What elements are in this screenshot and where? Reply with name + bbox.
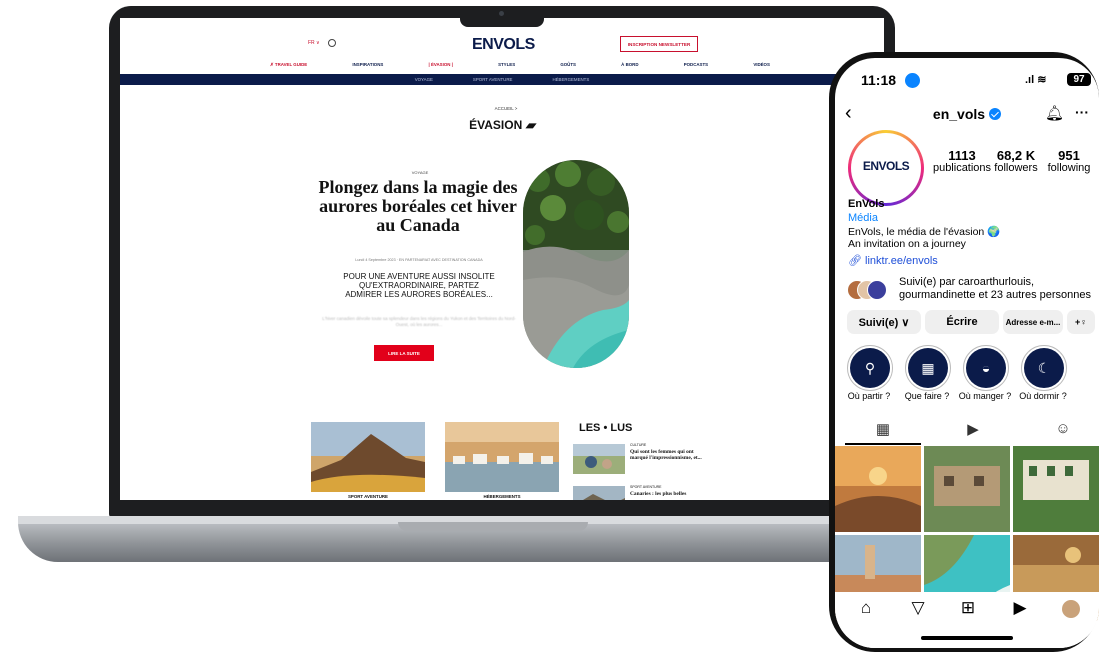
read-more-button[interactable]: LIRE LA SUITE	[374, 345, 434, 361]
followed-by-text[interactable]: Suivi(e) par caroarthurlouis, gourmandin…	[899, 276, 1093, 302]
highlight-ou-manger[interactable]: ◒	[963, 345, 1009, 391]
camera-notch	[460, 6, 544, 27]
bio-line-1: EnVols, le média de l'évasion 🌍	[848, 226, 1001, 238]
create-post-icon[interactable]: ⊞	[953, 598, 983, 618]
post-thumb-3[interactable]	[1013, 446, 1099, 532]
article-headline[interactable]: Plongez dans la magie des aurores boréal…	[318, 178, 518, 235]
most-read-title: LES • LUS	[579, 422, 633, 434]
message-button[interactable]: Écrire	[925, 310, 999, 334]
link-icon: 🔗︎	[848, 255, 862, 267]
profile-name: EnVols	[848, 198, 885, 210]
bed-icon: ☾	[1037, 359, 1051, 376]
section-title: ÉVASION ▰	[469, 118, 535, 132]
highlight-ou-dormir[interactable]: ☾	[1021, 345, 1067, 391]
article-meta: Lundi 4 Septembre 2023 · EN PARTENARIAT …	[355, 258, 483, 262]
hero-aerial-photo[interactable]	[523, 160, 629, 368]
highlight-ou-partir[interactable]: ⚲	[847, 345, 893, 391]
activity-icon: ▦	[921, 359, 935, 376]
most-read-category-2: SPORT AVENTURE	[630, 485, 662, 489]
subnav-hebergements[interactable]: HÉBERGEMENTS	[552, 77, 589, 82]
bio-line-2: An invitation on a journey	[848, 238, 966, 250]
camera-icon	[499, 11, 504, 16]
card-caption-sport: SPORT AVENTURE	[347, 494, 388, 499]
following-button[interactable]: Suivi(e) ∨	[847, 310, 921, 334]
verified-icon	[989, 108, 1002, 120]
search-icon[interactable]	[328, 39, 336, 47]
article-excerpt: L'hiver canadien dévoile toute sa splend…	[322, 316, 516, 327]
dish-icon: ◒	[981, 360, 991, 376]
signal-wifi-icon: .ıl ≋	[1025, 74, 1047, 86]
avatar-logo: ENVOLS	[862, 159, 910, 173]
article-card-hebergements[interactable]	[445, 422, 559, 492]
nav-travel-guide[interactable]: ✗ TRAVEL GUIDE	[270, 62, 307, 72]
profile-avatar-icon[interactable]	[1062, 600, 1080, 618]
laptop-screen: FR ∨ ENVOLS INSCRIPTION NEWSLETTER ✗ TRA…	[120, 18, 884, 500]
reels-tab-icon[interactable]: ▶︎	[943, 420, 1003, 438]
subnav-sport-aventure[interactable]: SPORT AVENTURE	[473, 77, 513, 82]
more-options-icon[interactable]: ···	[1075, 104, 1089, 120]
language-selector[interactable]: FR ∨	[308, 40, 320, 46]
follower-avatar-3	[867, 280, 887, 300]
highlight-label-2: Que faire ?	[904, 391, 950, 401]
bio-link[interactable]: 🔗︎ linktr.ee/envols	[848, 254, 938, 267]
nav-a-bord[interactable]: À BORD	[621, 62, 638, 72]
laptop-hinge	[398, 522, 588, 531]
breadcrumb[interactable]: ACCUEIL >	[486, 106, 526, 111]
highlight-label-3: Où manger ?	[958, 391, 1012, 401]
home-icon[interactable]: ⌂	[851, 598, 881, 618]
nav-podcasts[interactable]: PODCASTS	[684, 62, 708, 72]
post-thumb-1[interactable]	[835, 446, 921, 532]
notification-bell-icon[interactable]: 🔔︎	[1045, 104, 1064, 122]
home-indicator	[921, 636, 1013, 640]
sub-nav: VOYAGE SPORT AVENTURE HÉBERGEMENTS	[120, 74, 884, 85]
article-teaser: POUR UNE AVENTURE AUSSI INSOLITE QU'EXTR…	[343, 272, 495, 299]
nav-inspirations[interactable]: INSPIRATIONS	[352, 62, 383, 72]
reels-icon[interactable]: ▶︎	[1005, 598, 1035, 618]
active-tab-underline	[845, 443, 921, 445]
stat-following-label: following	[1047, 162, 1091, 174]
nav-evasion[interactable]: | ÉVASION |	[429, 62, 453, 72]
site-logo[interactable]: ENVOLS	[472, 36, 535, 54]
highlight-label-1: Où partir ?	[847, 391, 891, 401]
subnav-voyage[interactable]: VOYAGE	[415, 77, 433, 82]
add-person-button[interactable]: +♀	[1067, 310, 1095, 334]
newsletter-button[interactable]: INSCRIPTION NEWSLETTER	[620, 36, 698, 52]
most-read-category-1: CULTURE	[630, 443, 647, 447]
most-read-title-2[interactable]: Canaries : les plus belles	[630, 491, 710, 497]
article-kicker[interactable]: VOYAGE	[390, 170, 450, 175]
card-caption-hebergements: HÉBERGEMENTS	[483, 494, 521, 499]
nav-videos[interactable]: VIDÉOS	[753, 62, 770, 72]
highlight-que-faire[interactable]: ▦	[905, 345, 951, 391]
most-read-title-1[interactable]: Qui sont les femmes qui ont marqué l'imp…	[630, 449, 710, 461]
most-read-thumb-1[interactable]	[573, 444, 625, 474]
email-button[interactable]: Adresse e-m...	[1003, 310, 1063, 334]
grid-tab-icon[interactable]: ▦	[853, 420, 913, 438]
nav-styles[interactable]: STYLES	[498, 62, 515, 72]
map-pin-icon: ⚲	[864, 359, 876, 376]
main-nav: ✗ TRAVEL GUIDE INSPIRATIONS | ÉVASION | …	[270, 62, 770, 72]
tagged-tab-icon[interactable]: ☺	[1033, 420, 1093, 437]
highlight-label-4: Où dormir ?	[1019, 391, 1067, 401]
status-time: 11:18	[861, 72, 897, 88]
article-card-sport[interactable]	[311, 422, 425, 492]
profile-category: Média	[848, 212, 878, 224]
post-thumb-2[interactable]	[924, 446, 1010, 532]
stat-following-value[interactable]: 951	[1034, 148, 1099, 163]
battery-icon: 97	[1067, 73, 1091, 86]
most-read-thumb-2[interactable]	[573, 486, 625, 500]
location-icon	[905, 73, 920, 88]
instagram-profile-screen: 11:18 .ıl ≋ 97 ‹ en_vols 🔔︎ ··· ENVOLS 1…	[835, 58, 1099, 648]
nav-gouts[interactable]: GOÛTS	[560, 62, 576, 72]
explore-icon[interactable]: ▽	[903, 598, 933, 618]
